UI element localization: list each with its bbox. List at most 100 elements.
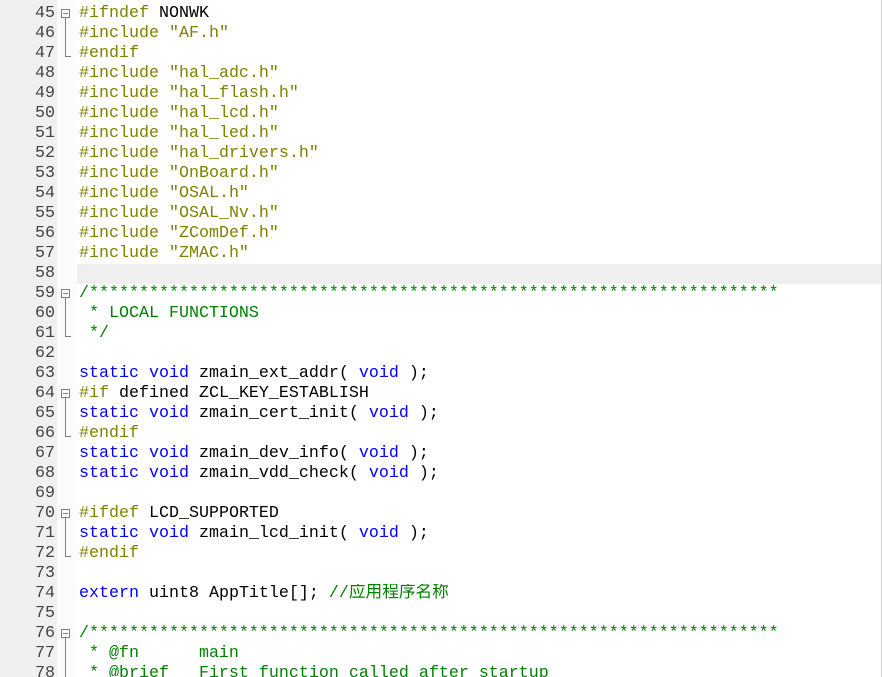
code-line[interactable] [77,484,881,504]
string-token[interactable]: "OnBoard.h" [169,164,279,183]
code-line[interactable]: #endif [77,44,881,64]
code-line[interactable]: #include "ZMAC.h" [77,244,881,264]
code-line[interactable]: #ifndef NONWK [77,4,881,24]
fold-collapse-icon[interactable] [57,4,77,24]
fold-collapse-icon[interactable] [57,284,77,304]
string-token[interactable]: "hal_drivers.h" [169,144,319,163]
keyword-token[interactable]: void [149,524,189,543]
preprocessor-token[interactable]: #if [79,384,109,403]
preprocessor-token[interactable]: #include [79,24,169,43]
text-token[interactable] [139,464,149,483]
keyword-token[interactable]: void [369,464,409,483]
code-line[interactable]: static void zmain_vdd_check( void ); [77,464,881,484]
text-token[interactable]: zmain_ext_addr( [189,364,359,383]
string-token[interactable]: "hal_lcd.h" [169,104,279,123]
string-token[interactable]: "hal_flash.h" [169,84,299,103]
text-token[interactable]: zmain_lcd_init( [189,524,359,543]
keyword-token[interactable]: void [149,464,189,483]
code-line[interactable]: #include "OSAL.h" [77,184,881,204]
string-token[interactable]: "OSAL_Nv.h" [169,204,279,223]
text-token[interactable] [139,364,149,383]
keyword-token[interactable]: void [149,364,189,383]
string-token[interactable]: "AF.h" [169,24,229,43]
keyword-token[interactable]: static [79,364,139,383]
code-line[interactable]: #include "hal_led.h" [77,124,881,144]
preprocessor-token[interactable]: #include [79,64,169,83]
code-line[interactable]: static void zmain_cert_init( void ); [77,404,881,424]
string-token[interactable]: "OSAL.h" [169,184,249,203]
text-token[interactable]: ); [409,404,439,423]
text-token[interactable]: ); [399,364,429,383]
preprocessor-token[interactable]: #include [79,204,169,223]
preprocessor-token[interactable]: #endif [79,544,139,563]
keyword-token[interactable]: void [359,524,399,543]
preprocessor-token[interactable]: #include [79,144,169,163]
code-line[interactable]: * @fn main [77,644,881,664]
text-token[interactable]: zmain_dev_info( [189,444,359,463]
fold-collapse-icon[interactable] [57,384,77,404]
code-line[interactable]: #endif [77,424,881,444]
keyword-token[interactable]: extern [79,584,139,603]
keyword-token[interactable]: void [359,444,399,463]
comment-token[interactable]: * LOCAL FUNCTIONS [79,304,259,323]
preprocessor-token[interactable]: #endif [79,424,139,443]
string-token[interactable]: "ZComDef.h" [169,224,279,243]
code-line[interactable]: extern uint8 AppTitle[]; //应用程序名称 [77,584,881,604]
text-token[interactable] [139,444,149,463]
comment-token[interactable]: * @fn main [79,644,239,663]
keyword-token[interactable]: void [359,364,399,383]
code-line[interactable]: * @brief First function called after sta… [77,664,881,677]
code-line[interactable] [77,264,881,284]
code-line[interactable]: #include "hal_flash.h" [77,84,881,104]
code-line[interactable] [77,564,881,584]
preprocessor-token[interactable]: #ifndef [79,4,149,23]
text-token[interactable]: ); [409,464,439,483]
text-token[interactable]: zmain_vdd_check( [189,464,369,483]
comment-token[interactable]: * @brief First function called after sta… [79,664,549,677]
comment-token[interactable]: */ [79,324,109,343]
code-line[interactable]: #include "ZComDef.h" [77,224,881,244]
code-line[interactable] [77,604,881,624]
code-line[interactable]: * LOCAL FUNCTIONS [77,304,881,324]
text-token[interactable]: uint8 AppTitle[]; [139,584,329,603]
code-line[interactable]: #include "hal_adc.h" [77,64,881,84]
preprocessor-token[interactable]: #include [79,184,169,203]
code-line[interactable]: #include "AF.h" [77,24,881,44]
code-line[interactable]: static void zmain_ext_addr( void ); [77,364,881,384]
comment-token[interactable]: /***************************************… [79,284,779,303]
keyword-token[interactable]: void [149,404,189,423]
string-token[interactable]: "hal_adc.h" [169,64,279,83]
text-token[interactable]: ); [399,524,429,543]
fold-collapse-icon[interactable] [57,504,77,524]
text-token[interactable]: defined ZCL_KEY_ESTABLISH [109,384,369,403]
code-line[interactable]: */ [77,324,881,344]
preprocessor-token[interactable]: #include [79,224,169,243]
code-line[interactable]: #include "hal_lcd.h" [77,104,881,124]
code-line[interactable]: #ifdef LCD_SUPPORTED [77,504,881,524]
text-token[interactable] [139,524,149,543]
comment-token[interactable]: /***************************************… [79,624,779,643]
keyword-token[interactable]: static [79,404,139,423]
preprocessor-token[interactable]: #include [79,84,169,103]
code-line[interactable]: #endif [77,544,881,564]
code-line[interactable]: /***************************************… [77,624,881,644]
preprocessor-token[interactable]: #include [79,124,169,143]
comment-token[interactable]: //应用程序名称 [329,584,449,603]
code-line[interactable]: #if defined ZCL_KEY_ESTABLISH [77,384,881,404]
preprocessor-token[interactable]: #include [79,244,169,263]
string-token[interactable]: "hal_led.h" [169,124,279,143]
code-line[interactable]: #include "OnBoard.h" [77,164,881,184]
string-token[interactable]: "ZMAC.h" [169,244,249,263]
code-line[interactable] [77,344,881,364]
preprocessor-token[interactable]: #include [79,104,169,123]
preprocessor-token[interactable]: #ifdef [79,504,139,523]
text-token[interactable] [139,404,149,423]
code-line[interactable]: #include "hal_drivers.h" [77,144,881,164]
code-line[interactable]: static void zmain_lcd_init( void ); [77,524,881,544]
code-line[interactable]: static void zmain_dev_info( void ); [77,444,881,464]
code-line[interactable]: #include "OSAL_Nv.h" [77,204,881,224]
text-token[interactable]: ); [399,444,429,463]
keyword-token[interactable]: static [79,524,139,543]
text-token[interactable]: LCD_SUPPORTED [139,504,279,523]
preprocessor-token[interactable]: #include [79,164,169,183]
